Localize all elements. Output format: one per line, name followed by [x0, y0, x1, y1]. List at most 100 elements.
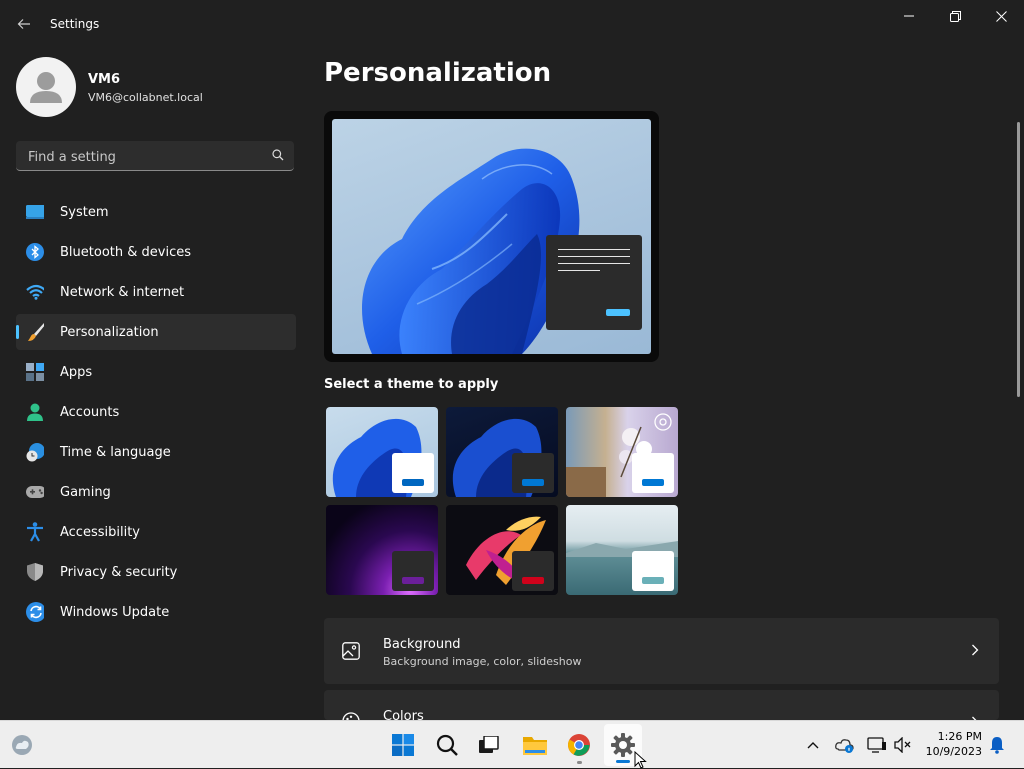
notifications-button[interactable] [986, 721, 1008, 769]
colors-settings-card[interactable]: Colors [324, 690, 999, 720]
task-view-button[interactable] [474, 721, 504, 769]
back-button[interactable] [12, 12, 36, 36]
background-settings-card[interactable]: Background Background image, color, slid… [324, 618, 999, 684]
sidebar-item-privacy-security[interactable]: Privacy & security [16, 554, 296, 590]
minimize-icon [904, 15, 914, 17]
monitor-icon [26, 203, 44, 221]
search-icon[interactable] [272, 149, 284, 161]
start-button[interactable] [388, 721, 418, 769]
accessibility-icon [26, 522, 44, 542]
minimize-button[interactable] [886, 0, 932, 32]
theme-accent-swatch [522, 577, 544, 584]
theme-mini-window [632, 453, 674, 493]
chevron-up-icon [807, 742, 819, 749]
sidebar-item-bluetooth[interactable]: Bluetooth & devices [16, 234, 296, 270]
restore-button[interactable] [932, 0, 978, 32]
sidebar-item-system[interactable]: System [16, 194, 296, 230]
chrome-button[interactable] [564, 721, 594, 769]
running-indicator [577, 761, 582, 764]
theme-preview [324, 111, 659, 362]
chevron-right-icon [972, 644, 979, 656]
theme-mini-window [392, 551, 434, 591]
taskbar-search-button[interactable] [432, 721, 462, 769]
user-name: VM6 [88, 72, 121, 87]
start-icon [392, 734, 414, 756]
apps-icon [26, 363, 44, 381]
sample-window-preview [546, 235, 642, 330]
theme-accent-swatch [402, 479, 424, 486]
sidebar-item-personalization[interactable]: Personalization [16, 314, 296, 350]
theme-windows-dark[interactable] [446, 407, 558, 497]
theme-accent-swatch [522, 479, 544, 486]
task-view-icon [479, 736, 499, 753]
widgets-button[interactable] [8, 721, 36, 769]
sidebar-nav: System Bluetooth & devices Network & int… [16, 194, 296, 634]
update-icon [26, 602, 44, 622]
file-explorer-icon [523, 737, 547, 755]
card-subtitle: Background image, color, slideshow [383, 655, 582, 668]
restore-icon [949, 10, 961, 22]
theme-accent-swatch [402, 577, 424, 584]
user-profile[interactable]: VM6 VM6@collabnet.local [16, 57, 296, 117]
gamepad-icon [26, 483, 44, 501]
title-bar: Settings [0, 0, 1024, 48]
sidebar-item-accounts[interactable]: Accounts [16, 394, 296, 430]
taskbar: 1:26 PM 10/9/2023 [0, 720, 1024, 769]
spotlight-badge-icon [654, 413, 672, 431]
theme-lake[interactable] [566, 505, 678, 595]
settings-icon [611, 733, 635, 757]
scrollbar-thumb[interactable] [1017, 122, 1020, 397]
sample-accent-button [606, 309, 630, 316]
shield-icon [26, 563, 44, 581]
theme-mini-window [392, 453, 434, 493]
theme-mini-window [632, 551, 674, 591]
paintbrush-icon [26, 323, 44, 341]
theme-windows-light[interactable] [326, 407, 438, 497]
theme-accent-swatch [642, 577, 664, 584]
bell-icon [990, 737, 1004, 754]
page-title: Personalization [324, 58, 552, 88]
back-arrow-icon [17, 19, 30, 29]
person-icon [26, 403, 44, 421]
network-tray-button[interactable] [866, 721, 888, 769]
theme-mini-window [512, 453, 554, 493]
sidebar-item-network[interactable]: Network & internet [16, 274, 296, 310]
card-title: Colors [383, 709, 424, 720]
onedrive-tray-button[interactable] [834, 721, 856, 769]
settings-search[interactable] [16, 141, 294, 171]
close-button[interactable] [978, 0, 1024, 32]
mouse-cursor-icon [634, 751, 647, 769]
image-icon [342, 642, 360, 660]
themes-heading: Select a theme to apply [324, 377, 499, 392]
file-explorer-button[interactable] [520, 721, 550, 769]
palette-icon [342, 712, 360, 720]
clock-date: 10/9/2023 [925, 745, 982, 758]
close-icon [995, 10, 1007, 22]
theme-spotlight[interactable] [566, 407, 678, 497]
sidebar-item-gaming[interactable]: Gaming [16, 474, 296, 510]
volume-muted-icon [894, 737, 911, 753]
cloud-info-icon [835, 739, 854, 753]
network-monitor-icon [867, 737, 886, 753]
taskbar-clock[interactable]: 1:26 PM 10/9/2023 [918, 729, 982, 759]
clock-time: 1:26 PM [937, 730, 982, 743]
sidebar-item-accessibility[interactable]: Accessibility [16, 514, 296, 550]
search-icon [436, 734, 458, 756]
theme-captured-motion[interactable] [446, 505, 558, 595]
user-email: VM6@collabnet.local [88, 91, 203, 104]
active-indicator [616, 760, 630, 763]
sidebar-item-apps[interactable]: Apps [16, 354, 296, 390]
show-hidden-icons-button[interactable] [802, 721, 824, 769]
avatar [16, 57, 76, 117]
chrome-icon [568, 734, 590, 756]
person-avatar-icon [30, 72, 62, 103]
app-title: Settings [50, 17, 100, 31]
sidebar-item-time-language[interactable]: Time & language [16, 434, 296, 470]
volume-tray-button[interactable] [892, 721, 914, 769]
sidebar-item-windows-update[interactable]: Windows Update [16, 594, 296, 630]
search-input[interactable] [26, 146, 260, 168]
weather-widget-icon [12, 735, 32, 755]
card-title: Background [383, 637, 461, 652]
theme-accent-swatch [642, 479, 664, 486]
theme-glow[interactable] [326, 505, 438, 595]
